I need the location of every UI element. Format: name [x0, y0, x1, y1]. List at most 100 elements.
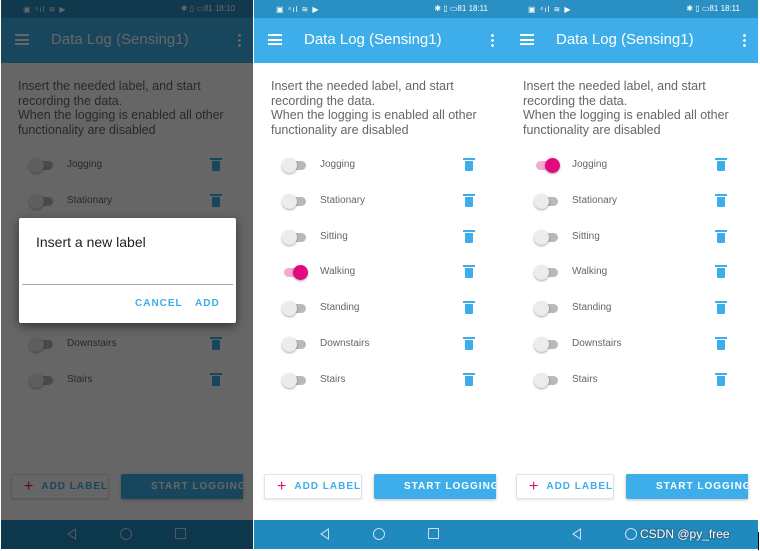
- trash-icon[interactable]: [463, 158, 475, 171]
- trash-icon[interactable]: [715, 337, 727, 350]
- phone-screen: ▣ ⁴ıl ≋ ▶ ✱ ▯ ▭81 18:11 Data Log (Sensin…: [506, 0, 758, 549]
- label-toggle[interactable]: [282, 194, 306, 209]
- label-toggle[interactable]: [284, 265, 308, 280]
- watermark: CSDN @py_free: [640, 527, 730, 541]
- trash-icon[interactable]: [715, 194, 727, 207]
- label-name: Jogging: [572, 159, 608, 170]
- nav-bar: [254, 520, 506, 549]
- add-label-text: ADD LABEL: [546, 481, 614, 492]
- label-name: Stationary: [320, 195, 366, 206]
- status-bar: ▣ ⁴ıl ≋ ▶ ✱ ▯ ▭81 18:11: [506, 0, 758, 18]
- plus-icon: +: [277, 477, 288, 495]
- toggle-knob: [534, 301, 549, 316]
- new-label-input[interactable]: [22, 273, 233, 285]
- add-label-button[interactable]: + ADD LABEL: [264, 474, 362, 499]
- status-bar: ▣ ⁴ıl ≋ ▶ ✱ ▯ ▭81 18:11: [254, 0, 506, 18]
- toggle-knob: [282, 301, 297, 316]
- divider: [758, 532, 759, 550]
- label-row: Sitting: [506, 228, 758, 248]
- label-row: Downstairs: [506, 335, 758, 355]
- label-name: Stairs: [320, 374, 346, 385]
- back-icon[interactable]: [572, 528, 581, 540]
- label-name: Downstairs: [572, 338, 622, 349]
- label-row: Stairs: [506, 371, 758, 391]
- pencil-icon: [384, 481, 396, 492]
- toggle-knob: [534, 230, 549, 245]
- add-button[interactable]: ADD: [195, 298, 220, 309]
- label-name: Standing: [320, 302, 360, 313]
- phone-screen: ▣ ⁴ıl ≋ ▶ ✱ ▯ ▭81 18:10 Data Log (Sensin…: [1, 0, 253, 549]
- start-logging-text: START LOGGING: [656, 481, 748, 492]
- toggle-knob: [282, 337, 297, 352]
- label-row: Standing: [506, 299, 758, 319]
- recents-icon[interactable]: [428, 528, 439, 539]
- label-row: Stationary: [506, 192, 758, 212]
- back-icon[interactable]: [320, 528, 329, 540]
- label-name: Standing: [572, 302, 612, 313]
- trash-icon[interactable]: [463, 337, 475, 350]
- trash-icon[interactable]: [715, 230, 727, 243]
- toggle-knob: [534, 194, 549, 209]
- menu-icon[interactable]: [520, 34, 534, 45]
- clock: 18:11: [468, 4, 488, 13]
- start-logging-button[interactable]: START LOGGING: [626, 474, 748, 499]
- label-row: Downstairs: [254, 335, 506, 355]
- toggle-knob: [282, 230, 297, 245]
- add-label-text: ADD LABEL: [294, 481, 362, 492]
- label-toggle[interactable]: [282, 337, 306, 352]
- cancel-button[interactable]: CANCEL: [135, 298, 183, 309]
- label-row: Jogging: [506, 156, 758, 176]
- page-title: Data Log (Sensing1): [304, 31, 442, 48]
- label-row: Walking: [254, 263, 506, 283]
- label-name: Stairs: [572, 374, 598, 385]
- label-toggle[interactable]: [536, 158, 560, 173]
- trash-icon[interactable]: [715, 373, 727, 386]
- intro-text: Insert the needed label, and start recor…: [523, 79, 729, 138]
- label-row: Jogging: [254, 156, 506, 176]
- more-vert-icon[interactable]: [491, 33, 494, 47]
- pencil-icon: [636, 481, 648, 492]
- add-label-button[interactable]: + ADD LABEL: [516, 474, 614, 499]
- label-name: Jogging: [320, 159, 356, 170]
- trash-icon[interactable]: [463, 230, 475, 243]
- toggle-knob: [282, 194, 297, 209]
- label-toggle[interactable]: [534, 373, 558, 388]
- trash-icon[interactable]: [463, 194, 475, 207]
- more-vert-icon[interactable]: [743, 33, 746, 47]
- label-toggle[interactable]: [534, 230, 558, 245]
- clock: 18:11: [720, 4, 740, 13]
- label-row: Sitting: [254, 228, 506, 248]
- label-toggle[interactable]: [282, 373, 306, 388]
- label-row: Walking: [506, 263, 758, 283]
- new-label-dialog: Insert a new label CANCEL ADD: [19, 218, 236, 323]
- label-toggle[interactable]: [282, 158, 306, 173]
- trash-icon[interactable]: [463, 373, 475, 386]
- signal-icons: ▣ ⁴ıl ≋ ▶: [276, 5, 320, 14]
- trash-icon[interactable]: [715, 265, 727, 278]
- label-toggle[interactable]: [534, 301, 558, 316]
- home-icon[interactable]: [373, 528, 385, 540]
- intro-text: Insert the needed label, and start recor…: [271, 79, 477, 138]
- dialog-title: Insert a new label: [36, 234, 146, 250]
- page-title: Data Log (Sensing1): [556, 31, 694, 48]
- trash-icon[interactable]: [463, 301, 475, 314]
- trash-icon[interactable]: [463, 265, 475, 278]
- label-name: Walking: [572, 266, 608, 277]
- battery-level: 81: [709, 4, 719, 13]
- label-toggle[interactable]: [282, 230, 306, 245]
- start-logging-button[interactable]: START LOGGING: [374, 474, 496, 499]
- signal-icons: ▣ ⁴ıl ≋ ▶: [528, 5, 572, 14]
- label-toggle[interactable]: [534, 194, 558, 209]
- trash-icon[interactable]: [715, 301, 727, 314]
- menu-icon[interactable]: [268, 34, 282, 45]
- trash-icon[interactable]: [715, 158, 727, 171]
- toggle-knob: [534, 265, 549, 280]
- home-icon[interactable]: [625, 528, 637, 540]
- toggle-knob: [534, 373, 549, 388]
- app-bar: Data Log (Sensing1): [506, 18, 758, 63]
- label-toggle[interactable]: [282, 301, 306, 316]
- toggle-knob: [545, 158, 560, 173]
- status-right: ✱ ▯ ▭81 18:11: [434, 4, 488, 13]
- label-toggle[interactable]: [534, 337, 558, 352]
- label-toggle[interactable]: [534, 265, 558, 280]
